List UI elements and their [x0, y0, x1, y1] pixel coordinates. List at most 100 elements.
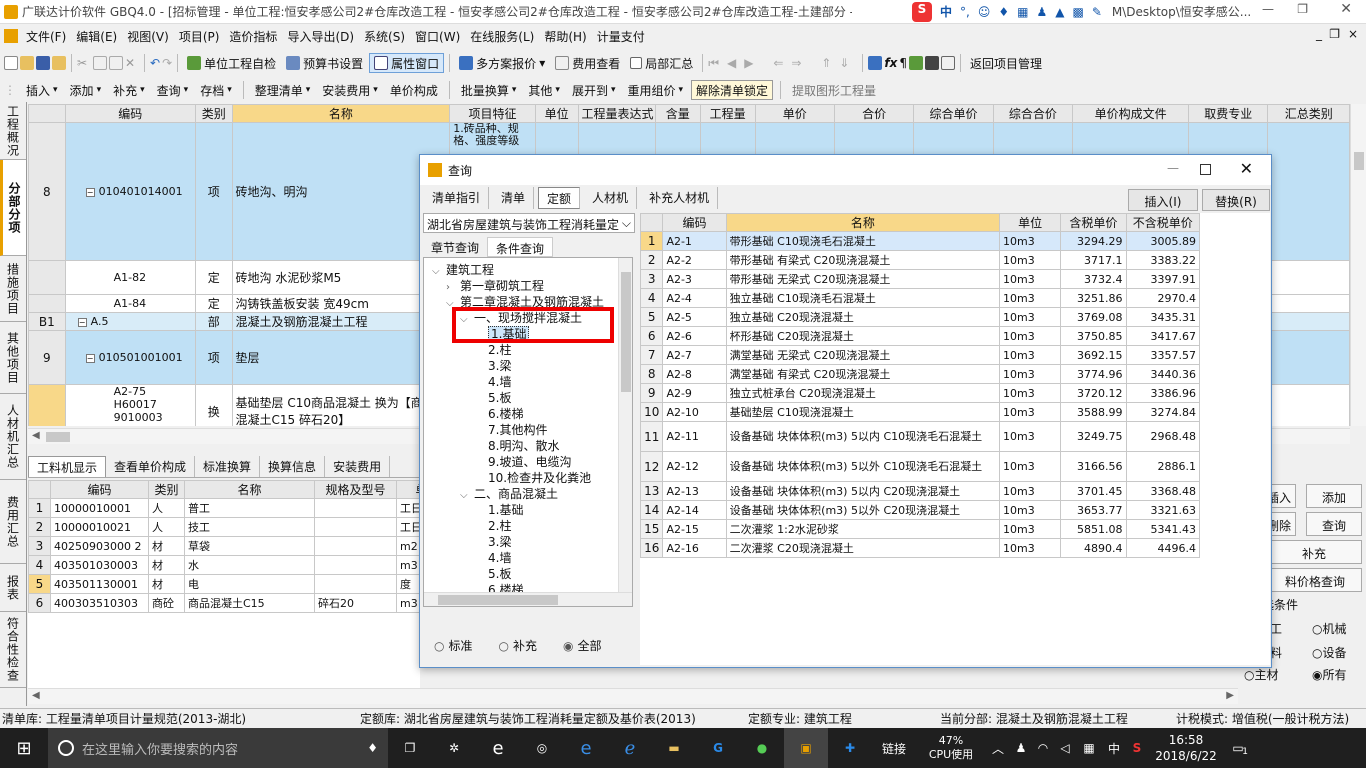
app-folder-icon[interactable]: ▬ — [652, 741, 696, 755]
expand-icon[interactable]: ⌵ — [432, 264, 446, 280]
bottom-header-2[interactable]: 名称 — [184, 480, 315, 499]
partial-summary-checkbox[interactable]: 局部汇总 — [626, 53, 697, 73]
bottom-header-0[interactable]: 编码 — [50, 480, 149, 499]
toolbar2-button-4[interactable]: 存档 ▾ — [196, 80, 236, 100]
dialog-tab-2[interactable]: 定额 — [538, 187, 581, 209]
doc-list-icon[interactable] — [940, 56, 955, 70]
tray-chevron-icon[interactable]: ︿ — [986, 740, 1010, 757]
main-vscrollbar[interactable] — [1350, 104, 1366, 426]
main-header-14[interactable]: 汇总类别 — [1267, 104, 1350, 123]
calculator-icon[interactable] — [868, 56, 883, 70]
mdi-minimize[interactable]: _ — [1316, 27, 1322, 41]
main-header-12[interactable]: 单价构成文件 — [1072, 104, 1190, 123]
quota-row[interactable]: 16 A2-16 二次灌浆 C20现浇混凝土 10m3 4890.4 4496.4 — [640, 538, 1201, 558]
expand-icon[interactable]: ⌵ — [460, 488, 474, 504]
tree-node[interactable]: 2.柱 — [432, 518, 632, 534]
bottom-header-1[interactable]: 类别 — [148, 480, 185, 499]
quota-row[interactable]: 2 A2-2 带形基础 有梁式 C20现浇混凝土 10m3 3717.1 3383.22 — [640, 250, 1201, 270]
tree-node[interactable]: › 第一章砌筑工程 — [432, 278, 632, 294]
ime-toolbar[interactable]: S 中 °, ☺ ♦ ▦ ♟ ▲ ▩ ✎ — [912, 1, 1102, 22]
tree-hscrollbar[interactable] — [424, 592, 632, 606]
quota-row[interactable]: 10 A2-10 基础垫层 C10现浇混凝土 10m3 3588.99 3274.84 — [640, 402, 1201, 422]
dialog-tab-4[interactable]: 补充人材机 — [641, 187, 719, 209]
taskbar-search[interactable]: 在这里输入你要搜索的内容 ♦ — [48, 728, 388, 768]
side-tab-6[interactable]: 报表 — [0, 564, 26, 612]
main-header-1[interactable]: 类别 — [194, 104, 233, 123]
bottom-tab-2[interactable]: 标准换算 — [195, 456, 261, 477]
dialog-subtab-0[interactable]: 章节查询 — [423, 237, 488, 257]
query-material-button[interactable]: 查询 — [1306, 512, 1362, 536]
cube-icon[interactable] — [908, 56, 923, 70]
library-select[interactable]: 湖北省房屋建筑与装饰工程消耗量定 ⌵ — [423, 213, 635, 233]
bottom-row[interactable]: 3 40250903000 2 材草袋 m2 — [28, 536, 420, 556]
tree-node[interactable]: 8.明沟、散水 — [432, 438, 632, 454]
main-header-8[interactable]: 单价 — [754, 104, 835, 123]
dialog-subtab-1[interactable]: 条件查询 — [487, 237, 554, 257]
book-icon[interactable] — [924, 56, 939, 70]
tray-people-icon[interactable]: ♟ — [1010, 741, 1032, 755]
quota-row[interactable]: 6 A2-6 杯形基础 C20现浇混凝土 10m3 3750.85 3417.67 — [640, 326, 1201, 346]
skin-icon[interactable]: ▲ — [1055, 5, 1064, 19]
menu-item-1[interactable]: 编辑(E) — [76, 28, 117, 45]
delete-icon[interactable]: ✕ — [125, 56, 139, 70]
side-tab-5[interactable]: 费用汇总 — [0, 480, 26, 564]
side-tab-3[interactable]: 其他项目 — [0, 322, 26, 394]
bottom-hscrollbar[interactable]: ◀ ▶ — [28, 688, 1238, 704]
quota-row[interactable]: 7 A2-7 满堂基础 无梁式 C20现浇混凝土 10m3 3692.15 3357.57 — [640, 345, 1201, 365]
menu-item-3[interactable]: 项目(P) — [179, 28, 220, 45]
filter-radio-2[interactable]: ◉ 全部 — [563, 637, 602, 654]
punct-icon[interactable]: °, — [960, 5, 970, 19]
side-tab-0[interactable]: 工程概况 — [0, 102, 26, 160]
budget-setting-button[interactable]: 预算书设置 — [282, 53, 367, 73]
fee-view-button[interactable]: 费用查看 — [551, 53, 624, 73]
bottom-row[interactable]: 4 403501030003 材水 m3 — [28, 555, 420, 575]
dialog-tab-3[interactable]: 人材机 — [584, 187, 638, 209]
bottom-tab-4[interactable]: 安装费用 — [325, 456, 391, 477]
clock[interactable]: 16:58 2018/6/22 — [1148, 732, 1224, 764]
sogou-icon[interactable]: S — [912, 1, 932, 22]
toolbar2-button-3[interactable]: 查询 ▾ — [153, 80, 193, 100]
mdi-restore[interactable]: ❐ — [1329, 27, 1340, 41]
copy-icon[interactable] — [93, 56, 107, 70]
app-plus-icon[interactable]: ✚ — [828, 741, 872, 755]
dialog-replace-button[interactable]: 替换(R) — [1202, 189, 1270, 211]
open-icon[interactable] — [20, 56, 34, 70]
tray-wifi-icon[interactable]: ◠ — [1032, 741, 1054, 755]
tree-vscroll-thumb[interactable] — [621, 272, 631, 392]
bottom-tab-1[interactable]: 查看单价构成 — [106, 456, 196, 477]
tree-vscrollbar[interactable] — [618, 258, 632, 594]
main-hscroll-thumb[interactable] — [46, 432, 70, 442]
maximize-button[interactable]: ❐ — [1297, 2, 1308, 16]
link-label[interactable]: 链接 — [872, 740, 916, 757]
grid-icon[interactable]: ▩ — [1072, 5, 1083, 19]
collapse-icon[interactable]: − — [85, 188, 95, 197]
collapse-icon[interactable]: − — [77, 318, 87, 327]
emoji-icon[interactable]: ☺ — [978, 5, 991, 19]
new-icon[interactable] — [4, 56, 18, 70]
menu-item-9[interactable]: 帮助(H) — [544, 28, 586, 45]
menu-item-8[interactable]: 在线服务(L) — [470, 28, 534, 45]
quota-row[interactable]: 3 A2-3 带形基础 无梁式 C20现浇混凝土 10m3 3732.4 3397.91 — [640, 269, 1201, 289]
quota-header-0[interactable]: 编码 — [662, 213, 727, 232]
save-icon[interactable] — [36, 56, 50, 70]
quota-row[interactable]: 14 A2-14 设备基础 块体体积(m3) 5以外 C20现浇混凝土 10m3 365… — [640, 500, 1201, 520]
bottom-header-3[interactable]: 规格及型号 — [314, 480, 397, 499]
self-check-button[interactable]: 单位工程自检 — [183, 53, 280, 73]
menu-item-10[interactable]: 计量支付 — [597, 28, 645, 45]
quota-row[interactable]: 1 A2-1 带形基础 C10现浇毛石混凝土 10m3 3294.29 3005.89 — [640, 231, 1201, 251]
dialog-insert-button[interactable]: 插入(I) — [1128, 189, 1198, 211]
windows-start-icon[interactable]: ⊞ — [0, 738, 48, 759]
ime-mode-label[interactable]: 中 — [940, 3, 952, 20]
multi-quote-button[interactable]: 多方案报价 ▾ — [455, 53, 549, 73]
tree-node[interactable]: 3.梁 — [432, 534, 632, 550]
task-view-icon[interactable]: ❐ — [388, 741, 432, 755]
toolbar2-button-0[interactable]: 插入 ▾ — [22, 80, 62, 100]
close-button[interactable]: ✕ — [1340, 1, 1352, 17]
bottom-row[interactable]: 5 403501130001 材电 度 — [28, 574, 420, 594]
add-material-button[interactable]: 添加 — [1306, 484, 1362, 508]
mic-icon[interactable]: ♦ — [998, 5, 1009, 19]
filter-equipment[interactable]: ○设备 — [1312, 644, 1347, 661]
tree-node[interactable]: ⌵ 二、商品混凝土 — [432, 486, 632, 502]
dialog-close-button[interactable]: ✕ — [1240, 159, 1253, 178]
side-tab-7[interactable]: 符合性检查 — [0, 612, 26, 688]
